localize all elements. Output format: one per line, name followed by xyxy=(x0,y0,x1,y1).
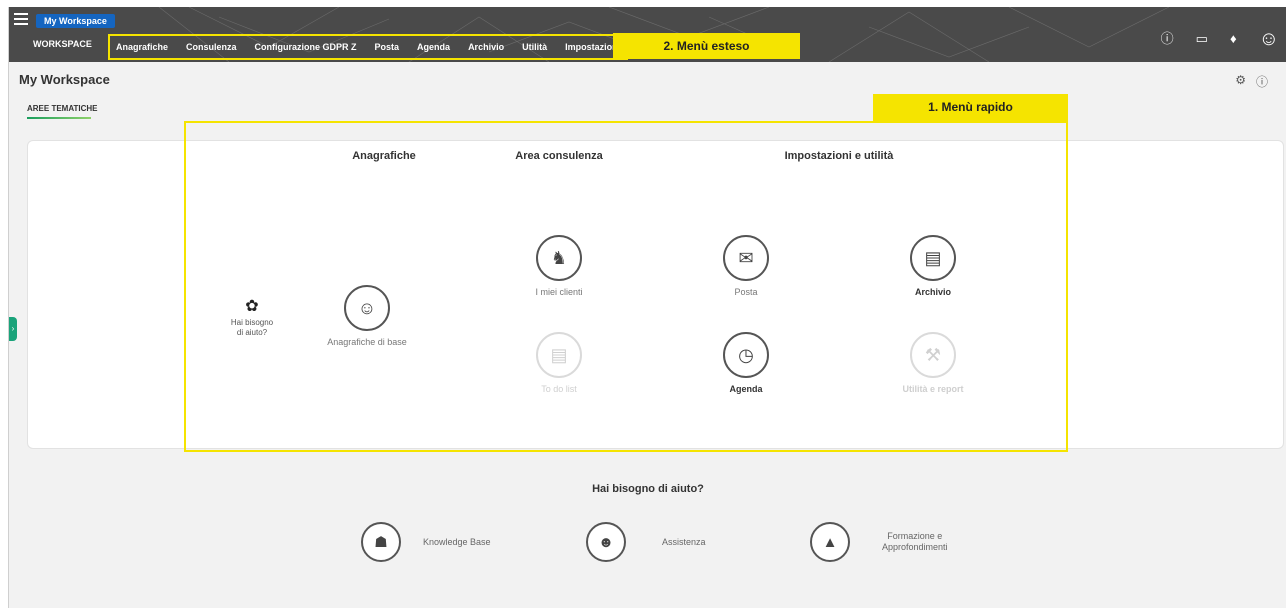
item-label: To do list xyxy=(541,384,577,394)
menu-archivio[interactable]: Archivio xyxy=(468,42,504,52)
item-label: Archivio xyxy=(914,287,951,297)
item-posta[interactable]: ✉ Posta xyxy=(686,235,806,297)
help-icon[interactable]: ⓘ xyxy=(1256,73,1268,90)
help-label-line1: Formazione e xyxy=(887,531,943,541)
item-label: Posta xyxy=(734,287,758,297)
item-archivio[interactable]: ▤ Archivio xyxy=(873,235,993,297)
item-agenda[interactable]: ◷ Agenda xyxy=(686,332,806,394)
menu-anagrafiche[interactable]: Anagrafiche xyxy=(116,42,168,52)
menu-rapido-callout: 1. Menù rapido xyxy=(873,94,1068,121)
menu-configurazione-gdpr[interactable]: Configurazione GDPR Z xyxy=(255,42,357,52)
settings-icon[interactable]: ⚙ xyxy=(1235,73,1246,90)
help-mini[interactable]: ✿ Hai bisogno di aiuto? xyxy=(222,298,282,338)
clipboard-icon: ▤ xyxy=(536,332,582,378)
item-utilita-report[interactable]: ⚒ Utilità e report xyxy=(873,332,993,394)
workspace-label[interactable]: WORKSPACE xyxy=(33,39,92,49)
book-icon: ☗ xyxy=(361,522,401,562)
graduation-cap-icon: ▲ xyxy=(810,522,850,562)
quick-menu-card xyxy=(27,140,1284,449)
menu-agenda[interactable]: Agenda xyxy=(417,42,450,52)
monitor-icon[interactable]: ▭ xyxy=(1196,32,1208,46)
item-label: Agenda xyxy=(729,384,763,394)
item-anagrafiche-base[interactable]: ☺ Anagrafiche di base xyxy=(307,285,427,347)
column-impostazioni-utilita: Impostazioni e utilità xyxy=(784,150,894,162)
archive-icon: ▤ xyxy=(910,235,956,281)
column-anagrafiche: Anagrafiche xyxy=(352,150,416,162)
help-label: Assistenza xyxy=(662,536,706,547)
bell-icon[interactable]: ♦ xyxy=(1230,32,1237,46)
item-label: I miei clienti xyxy=(535,287,583,297)
page-title: My Workspace xyxy=(19,72,110,87)
hamburger-icon[interactable] xyxy=(14,13,28,25)
item-to-do-list[interactable]: ▤ To do list xyxy=(499,332,619,394)
app-frame: My Workspace WORKSPACE Anagrafiche Consu… xyxy=(8,7,1286,608)
calendar-icon: ◷ xyxy=(723,332,769,378)
menu-impostazioni[interactable]: Impostazioni xyxy=(565,42,620,52)
help-knowledge-base[interactable]: ☗ Knowledge Base xyxy=(361,522,491,562)
menu-posta[interactable]: Posta xyxy=(375,42,400,52)
item-miei-clienti[interactable]: ♞ I miei clienti xyxy=(499,235,619,297)
clients-icon: ♞ xyxy=(536,235,582,281)
top-icons: ⓘ ▭ ♦ ☺ xyxy=(1161,29,1279,49)
support-logo-icon: ✿ xyxy=(245,298,259,315)
mail-icon: ✉ xyxy=(723,235,769,281)
menu-esteso-callout: 2. Menù esteso xyxy=(613,33,800,59)
headset-icon: ☻ xyxy=(586,522,626,562)
column-area-consulenza: Area consulenza xyxy=(515,150,603,162)
top-bar: My Workspace WORKSPACE Anagrafiche Consu… xyxy=(9,7,1286,62)
menu-utilita[interactable]: Utilità xyxy=(522,42,547,52)
side-expand-handle[interactable]: › xyxy=(9,317,17,341)
item-label: Anagrafiche di base xyxy=(327,337,407,347)
help-mini-line2: di aiuto? xyxy=(236,328,268,337)
user-circle-icon: ☺ xyxy=(344,285,390,331)
tab-underline xyxy=(27,117,91,119)
help-assistenza[interactable]: ☻ Assistenza xyxy=(586,522,706,562)
tab-aree-tematiche[interactable]: AREE TEMATICHE xyxy=(27,104,98,113)
extended-menu: Anagrafiche Consulenza Configurazione GD… xyxy=(108,34,629,60)
menu-consulenza[interactable]: Consulenza xyxy=(186,42,237,52)
tools-icon: ⚒ xyxy=(910,332,956,378)
header-icons: ⚙ ⓘ xyxy=(1235,73,1268,90)
help-label-line2: Approfondimenti xyxy=(882,542,948,552)
item-label: Utilità e report xyxy=(902,384,964,394)
help-label: Formazione e Approfondimenti xyxy=(882,531,948,553)
help-section-title: Hai bisogno di aiuto? xyxy=(592,483,704,495)
workspace-pill[interactable]: My Workspace xyxy=(36,14,115,28)
help-formazione[interactable]: ▲ Formazione e Approfondimenti xyxy=(810,522,948,562)
help-label: Knowledge Base xyxy=(423,536,491,547)
user-icon[interactable]: ☺ xyxy=(1259,29,1279,49)
help-icon[interactable]: ⓘ xyxy=(1161,32,1174,46)
help-mini-line1: Hai bisogno xyxy=(230,318,274,327)
